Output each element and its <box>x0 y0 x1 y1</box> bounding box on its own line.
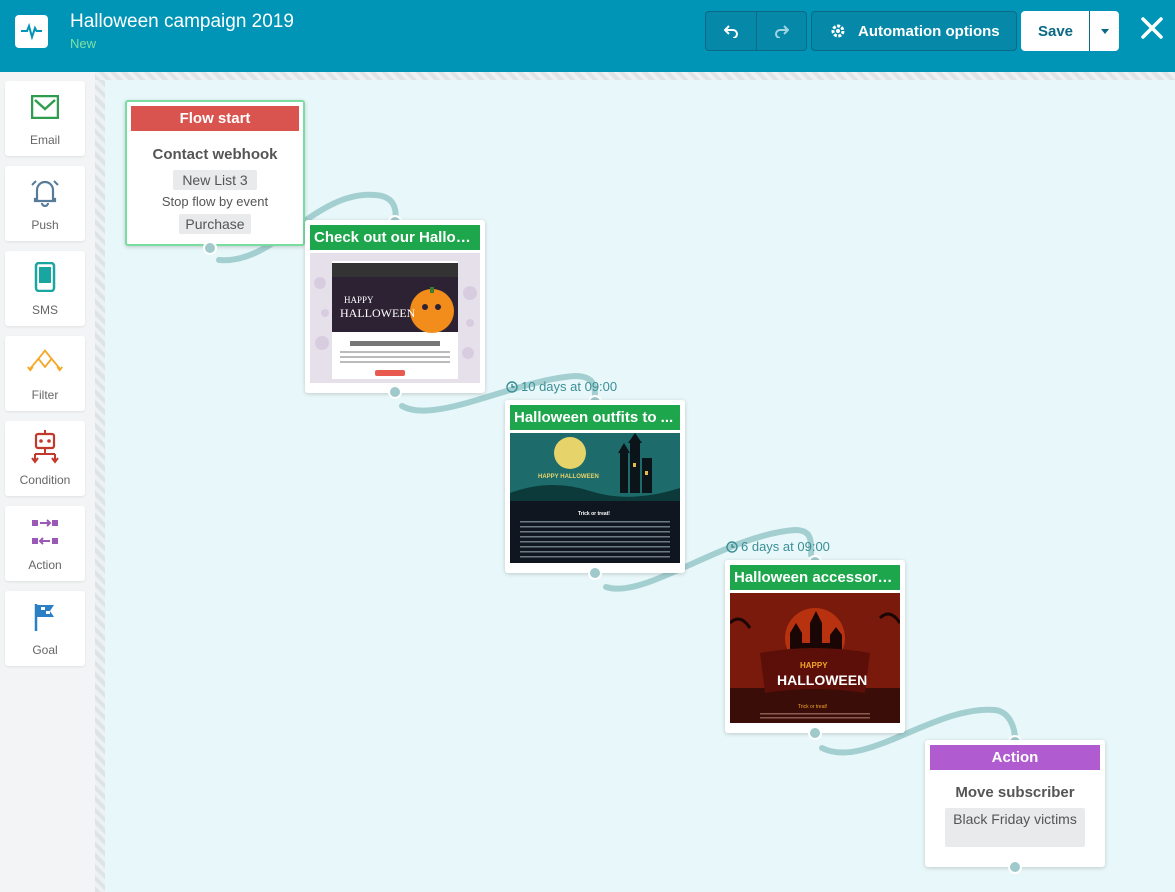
app-logo-icon[interactable] <box>15 15 48 48</box>
sidebar-item-label: Email <box>29 133 60 147</box>
output-connector[interactable] <box>388 385 402 399</box>
target-list-tag: Black Friday victims <box>945 808 1085 847</box>
svg-text:HALLOWEEN: HALLOWEEN <box>777 672 867 688</box>
sidebar-item-condition[interactable]: Condition <box>5 421 85 496</box>
phone-icon <box>27 259 63 295</box>
automation-options-button[interactable]: Automation options <box>811 11 1017 51</box>
clock-icon <box>506 380 518 393</box>
svg-text:Trick or treat!: Trick or treat! <box>798 704 827 710</box>
sidebar-item-label: SMS <box>31 303 58 317</box>
top-bar: Halloween campaign 2019 New Automation o… <box>0 0 1175 72</box>
sidebar-item-label: Filter <box>31 388 59 402</box>
filter-icon <box>27 344 63 380</box>
output-connector[interactable] <box>588 566 602 580</box>
automation-options-label: Automation options <box>858 22 1000 40</box>
svg-text:HAPPY HALLOWEEN: HAPPY HALLOWEEN <box>538 474 599 480</box>
email-node[interactable]: Check out our Hallow... HAPPY HALLOWEEN <box>305 220 485 393</box>
undo-button[interactable] <box>706 12 756 50</box>
flag-icon <box>27 599 63 635</box>
sidebar-item-filter[interactable]: Filter <box>5 336 85 411</box>
email-preview-image: HAPPY HALLOWEEN <box>310 253 480 383</box>
output-connector[interactable] <box>1008 860 1022 874</box>
redo-button[interactable] <box>756 12 806 50</box>
svg-text:HAPPY: HAPPY <box>800 661 828 670</box>
wait-text: 6 days at 09:00 <box>741 539 830 554</box>
svg-text:Trick or treat!: Trick or treat! <box>578 511 610 517</box>
condition-icon <box>27 429 63 465</box>
undo-redo-group <box>705 11 807 51</box>
sidebar-item-label: Push <box>31 218 59 232</box>
save-button[interactable]: Save <box>1021 11 1090 51</box>
email-icon <box>27 89 63 125</box>
svg-text:HAPPY: HAPPY <box>344 295 374 305</box>
sidebar-item-push[interactable]: Push <box>5 166 85 241</box>
sidebar-item-label: Condition <box>19 473 71 487</box>
sidebar-item-sms[interactable]: SMS <box>5 251 85 326</box>
flow-canvas[interactable]: Flow start Contact webhook New List 3 St… <box>105 80 1175 892</box>
action-header: Action <box>930 745 1100 770</box>
status-label: New <box>70 36 97 51</box>
sidebar-item-action[interactable]: Action <box>5 506 85 581</box>
sidebar-item-label: Action <box>28 558 62 572</box>
sidebar-item-email[interactable]: Email <box>5 81 85 156</box>
wait-label: 10 days at 09:00 <box>506 379 617 394</box>
canvas-border-top <box>95 72 1175 80</box>
list-tag: New List 3 <box>173 170 257 190</box>
page-title: Halloween campaign 2019 <box>70 11 294 32</box>
canvas-border <box>95 72 105 892</box>
stop-event-tag: Purchase <box>179 214 251 234</box>
output-connector[interactable] <box>808 726 822 740</box>
bell-icon <box>27 174 63 210</box>
wait-text: 10 days at 09:00 <box>521 379 618 394</box>
email-title: Halloween outfits to ... <box>510 405 680 430</box>
email-preview-image: HAPPY HALLOWEEN Trick or treat! <box>730 593 900 723</box>
flow-start-header: Flow start <box>131 106 299 131</box>
svg-text:HALLOWEEN: HALLOWEEN <box>340 306 416 320</box>
email-title: Check out our Hallow... <box>310 225 480 250</box>
save-dropdown-button[interactable] <box>1089 11 1119 51</box>
close-icon[interactable] <box>1141 17 1163 39</box>
email-title: Halloween accessories <box>730 565 900 590</box>
gear-icon <box>831 24 845 38</box>
flow-start-node[interactable]: Flow start Contact webhook New List 3 St… <box>125 100 305 246</box>
chevron-down-icon <box>1100 28 1109 34</box>
sidebar-item-goal[interactable]: Goal <box>5 591 85 666</box>
email-preview-image: HAPPY HALLOWEEN Trick or treat! <box>510 433 680 563</box>
stop-flow-label: Stop flow by event <box>161 194 269 209</box>
sidebar: Email Push SMS Filter Condition Action G… <box>0 72 95 892</box>
redo-icon <box>774 25 789 38</box>
action-node[interactable]: Action Move subscriber Black Friday vict… <box>925 740 1105 867</box>
email-node[interactable]: Halloween outfits to ... HAPPY HALLOWEEN… <box>505 400 685 573</box>
action-title: Move subscriber <box>955 784 1075 801</box>
output-connector[interactable] <box>203 241 217 255</box>
action-icon <box>27 514 63 550</box>
email-node[interactable]: Halloween accessories HAPPY HALLOWEEN Tr… <box>725 560 905 733</box>
undo-icon <box>724 25 738 38</box>
clock-icon <box>726 540 738 553</box>
wait-label: 6 days at 09:00 <box>726 539 830 554</box>
sidebar-item-label: Goal <box>32 643 58 657</box>
trigger-label: Contact webhook <box>152 146 278 163</box>
